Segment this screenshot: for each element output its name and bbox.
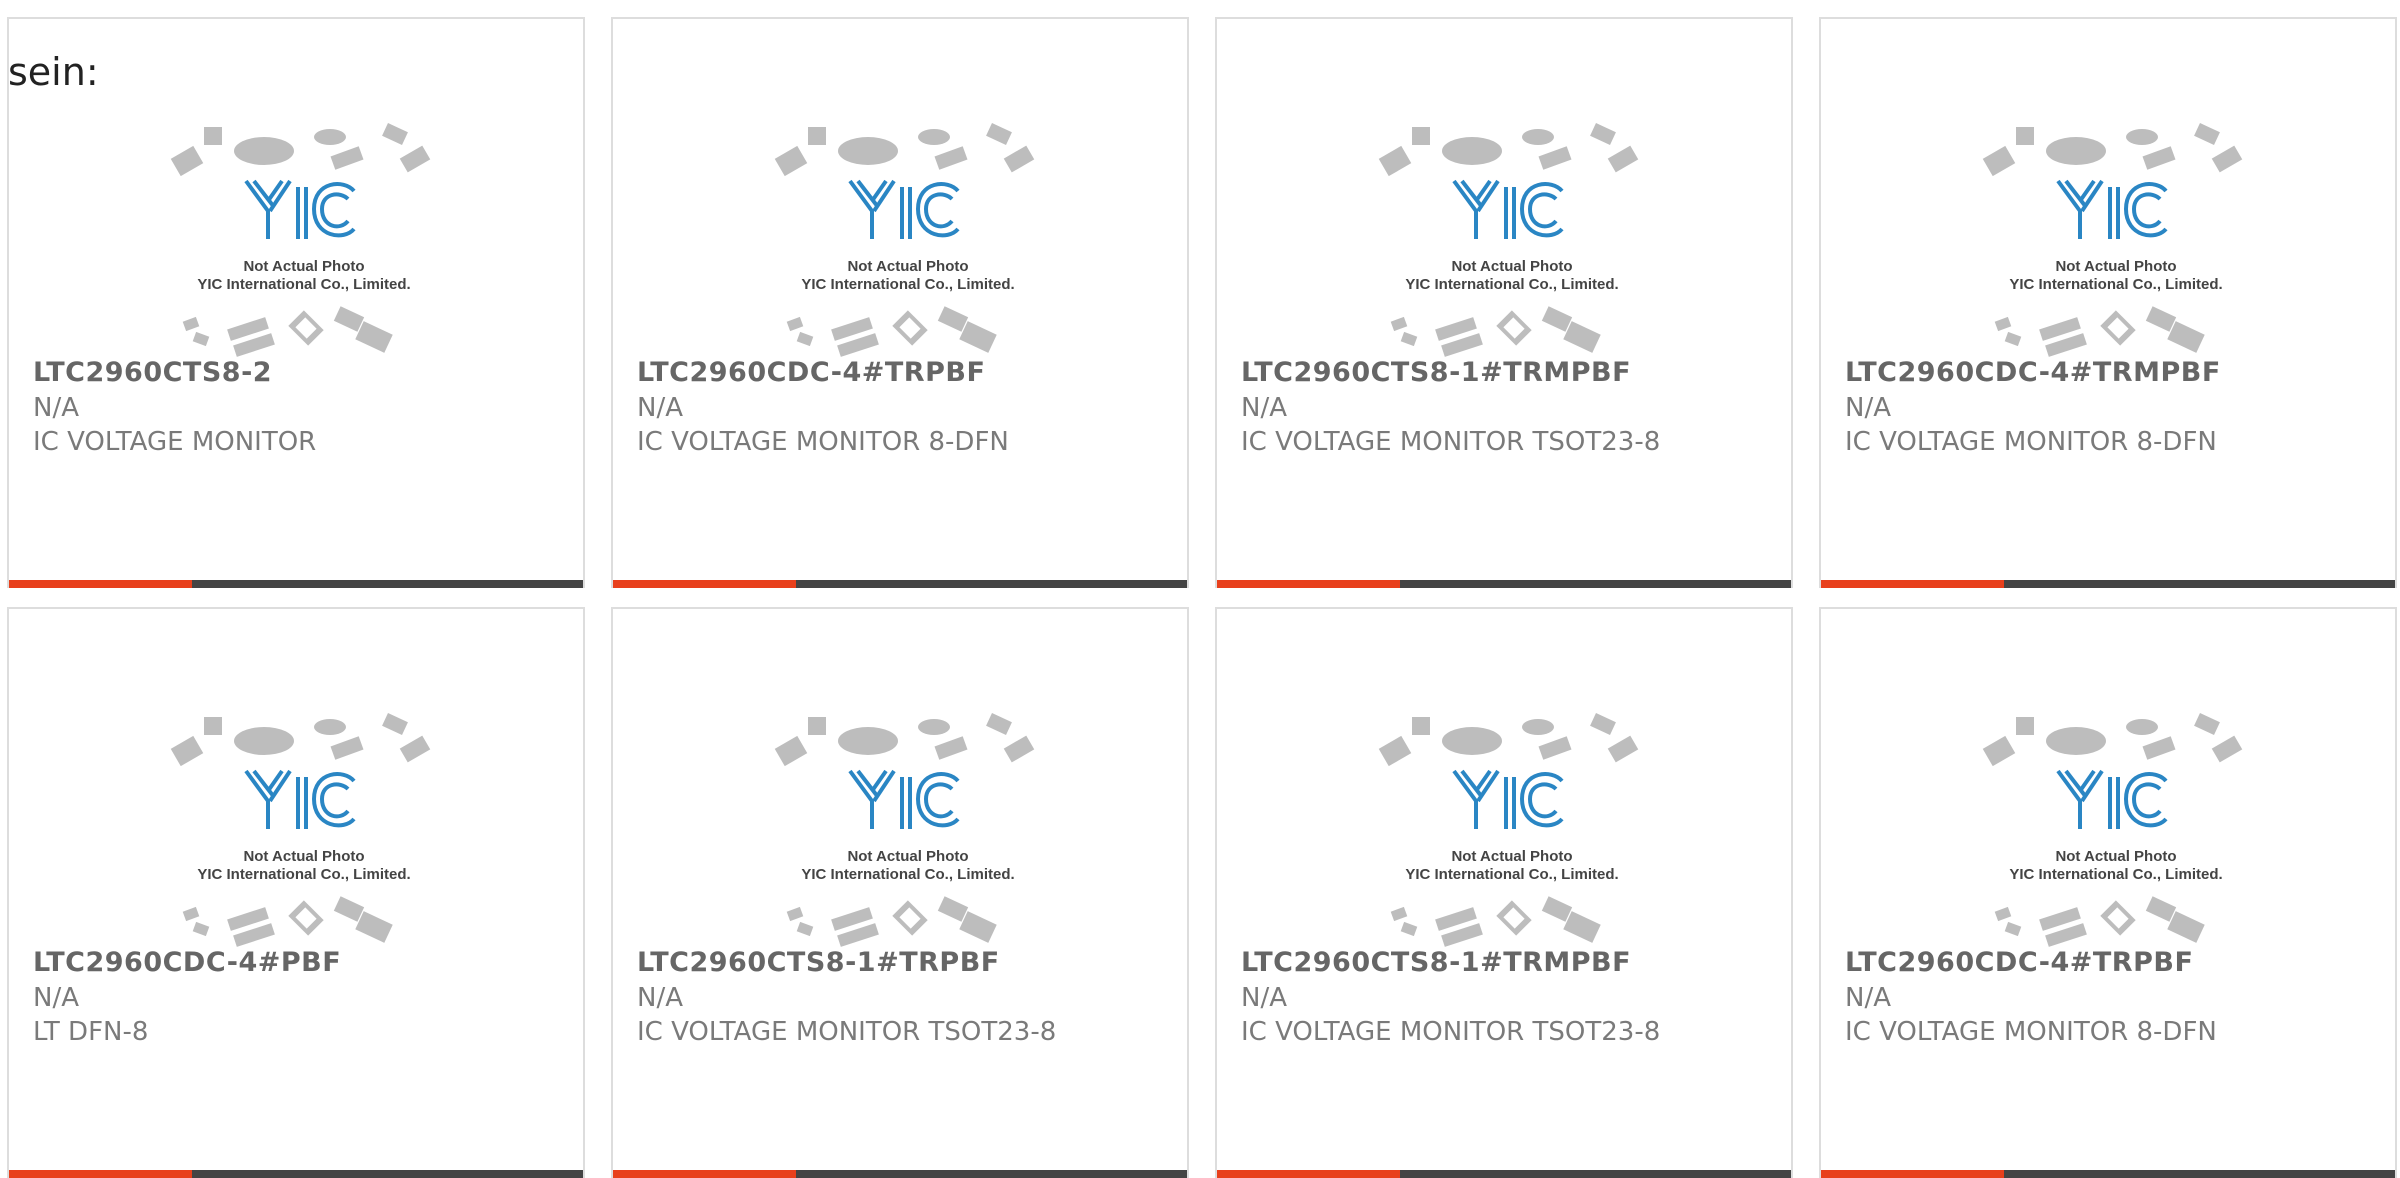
product-description: LT DFN-8 bbox=[33, 1017, 149, 1047]
product-part-number[interactable]: LTC2960CDC-4#TRPBF bbox=[1845, 947, 2193, 978]
not-actual-photo-image[interactable]: Not Actual Photo YIC International Co., … bbox=[768, 699, 1048, 959]
card-accent-bar bbox=[1217, 580, 1400, 588]
product-card[interactable]: Not Actual Photo YIC International Co., … bbox=[7, 17, 585, 588]
not-actual-photo-image[interactable]: Not Actual Photo YIC International Co., … bbox=[768, 109, 1048, 369]
product-card[interactable]: Not Actual Photo YIC International Co., … bbox=[611, 607, 1189, 1178]
not-actual-photo-image[interactable]: Not Actual Photo YIC International Co., … bbox=[164, 699, 444, 959]
placeholder-line1: Not Actual Photo bbox=[847, 258, 968, 275]
product-manufacturer: N/A bbox=[637, 983, 683, 1013]
card-bottom-bar bbox=[9, 580, 583, 588]
product-description: IC VOLTAGE MONITOR bbox=[33, 427, 317, 457]
not-actual-photo-image[interactable]: Not Actual Photo YIC International Co., … bbox=[1372, 109, 1652, 369]
card-accent-bar bbox=[613, 580, 796, 588]
product-card[interactable]: Not Actual Photo YIC International Co., … bbox=[7, 607, 585, 1178]
not-actual-photo-image[interactable]: Not Actual Photo YIC International Co., … bbox=[164, 109, 444, 369]
product-part-number[interactable]: LTC2960CDC-4#TRMPBF bbox=[1845, 357, 2221, 388]
placeholder-line2: YIC International Co., Limited. bbox=[1405, 866, 1618, 883]
product-manufacturer: N/A bbox=[637, 393, 683, 423]
product-part-number[interactable]: LTC2960CTS8-2 bbox=[33, 357, 272, 388]
product-manufacturer: N/A bbox=[1241, 393, 1287, 423]
not-actual-photo-image[interactable]: Not Actual Photo YIC International Co., … bbox=[1976, 109, 2256, 369]
product-description: IC VOLTAGE MONITOR TSOT23-8 bbox=[1241, 1017, 1661, 1047]
product-description: IC VOLTAGE MONITOR 8-DFN bbox=[1845, 427, 2217, 457]
placeholder-line2: YIC International Co., Limited. bbox=[2009, 276, 2222, 293]
card-accent-bar bbox=[1217, 1170, 1400, 1178]
product-manufacturer: N/A bbox=[1845, 983, 1891, 1013]
placeholder-line2: YIC International Co., Limited. bbox=[197, 866, 410, 883]
card-accent-bar bbox=[1821, 1170, 2004, 1178]
product-part-number[interactable]: LTC2960CTS8-1#TRMPBF bbox=[1241, 947, 1631, 978]
not-actual-photo-image[interactable]: Not Actual Photo YIC International Co., … bbox=[1976, 699, 2256, 959]
placeholder-line2: YIC International Co., Limited. bbox=[1405, 276, 1618, 293]
card-bottom-bar bbox=[613, 1170, 1187, 1178]
placeholder-line1: Not Actual Photo bbox=[2055, 258, 2176, 275]
placeholder-line1: Not Actual Photo bbox=[1451, 258, 1572, 275]
page-caption: sein: bbox=[8, 50, 99, 94]
card-bottom-bar bbox=[1217, 1170, 1791, 1178]
card-bottom-bar bbox=[1821, 1170, 2395, 1178]
product-part-number[interactable]: LTC2960CDC-4#PBF bbox=[33, 947, 341, 978]
product-manufacturer: N/A bbox=[1241, 983, 1287, 1013]
product-card[interactable]: Not Actual Photo YIC International Co., … bbox=[1819, 17, 2397, 588]
placeholder-line1: Not Actual Photo bbox=[2055, 848, 2176, 865]
placeholder-line1: Not Actual Photo bbox=[1451, 848, 1572, 865]
product-card[interactable]: Not Actual Photo YIC International Co., … bbox=[1215, 17, 1793, 588]
card-bottom-bar bbox=[613, 580, 1187, 588]
card-accent-bar bbox=[1821, 580, 2004, 588]
product-manufacturer: N/A bbox=[1845, 393, 1891, 423]
not-actual-photo-image[interactable]: Not Actual Photo YIC International Co., … bbox=[1372, 699, 1652, 959]
product-card[interactable]: Not Actual Photo YIC International Co., … bbox=[611, 17, 1189, 588]
card-accent-bar bbox=[9, 1170, 192, 1178]
product-description: IC VOLTAGE MONITOR TSOT23-8 bbox=[1241, 427, 1661, 457]
product-description: IC VOLTAGE MONITOR TSOT23-8 bbox=[637, 1017, 1057, 1047]
product-card[interactable]: Not Actual Photo YIC International Co., … bbox=[1215, 607, 1793, 1178]
card-accent-bar bbox=[9, 580, 192, 588]
placeholder-line1: Not Actual Photo bbox=[243, 848, 364, 865]
placeholder-line1: Not Actual Photo bbox=[847, 848, 968, 865]
product-part-number[interactable]: LTC2960CTS8-1#TRPBF bbox=[637, 947, 1000, 978]
product-description: IC VOLTAGE MONITOR 8-DFN bbox=[1845, 1017, 2217, 1047]
card-bottom-bar bbox=[1217, 580, 1791, 588]
product-part-number[interactable]: LTC2960CTS8-1#TRMPBF bbox=[1241, 357, 1631, 388]
card-accent-bar bbox=[613, 1170, 796, 1178]
placeholder-line1: Not Actual Photo bbox=[243, 258, 364, 275]
product-part-number[interactable]: LTC2960CDC-4#TRPBF bbox=[637, 357, 985, 388]
card-bottom-bar bbox=[9, 1170, 583, 1178]
product-description: IC VOLTAGE MONITOR 8-DFN bbox=[637, 427, 1009, 457]
product-manufacturer: N/A bbox=[33, 983, 79, 1013]
product-manufacturer: N/A bbox=[33, 393, 79, 423]
product-card[interactable]: Not Actual Photo YIC International Co., … bbox=[1819, 607, 2397, 1178]
placeholder-line2: YIC International Co., Limited. bbox=[197, 276, 410, 293]
card-bottom-bar bbox=[1821, 580, 2395, 588]
placeholder-line2: YIC International Co., Limited. bbox=[2009, 866, 2222, 883]
placeholder-line2: YIC International Co., Limited. bbox=[801, 276, 1014, 293]
product-grid: Not Actual Photo YIC International Co., … bbox=[0, 0, 2400, 1178]
placeholder-line2: YIC International Co., Limited. bbox=[801, 866, 1014, 883]
